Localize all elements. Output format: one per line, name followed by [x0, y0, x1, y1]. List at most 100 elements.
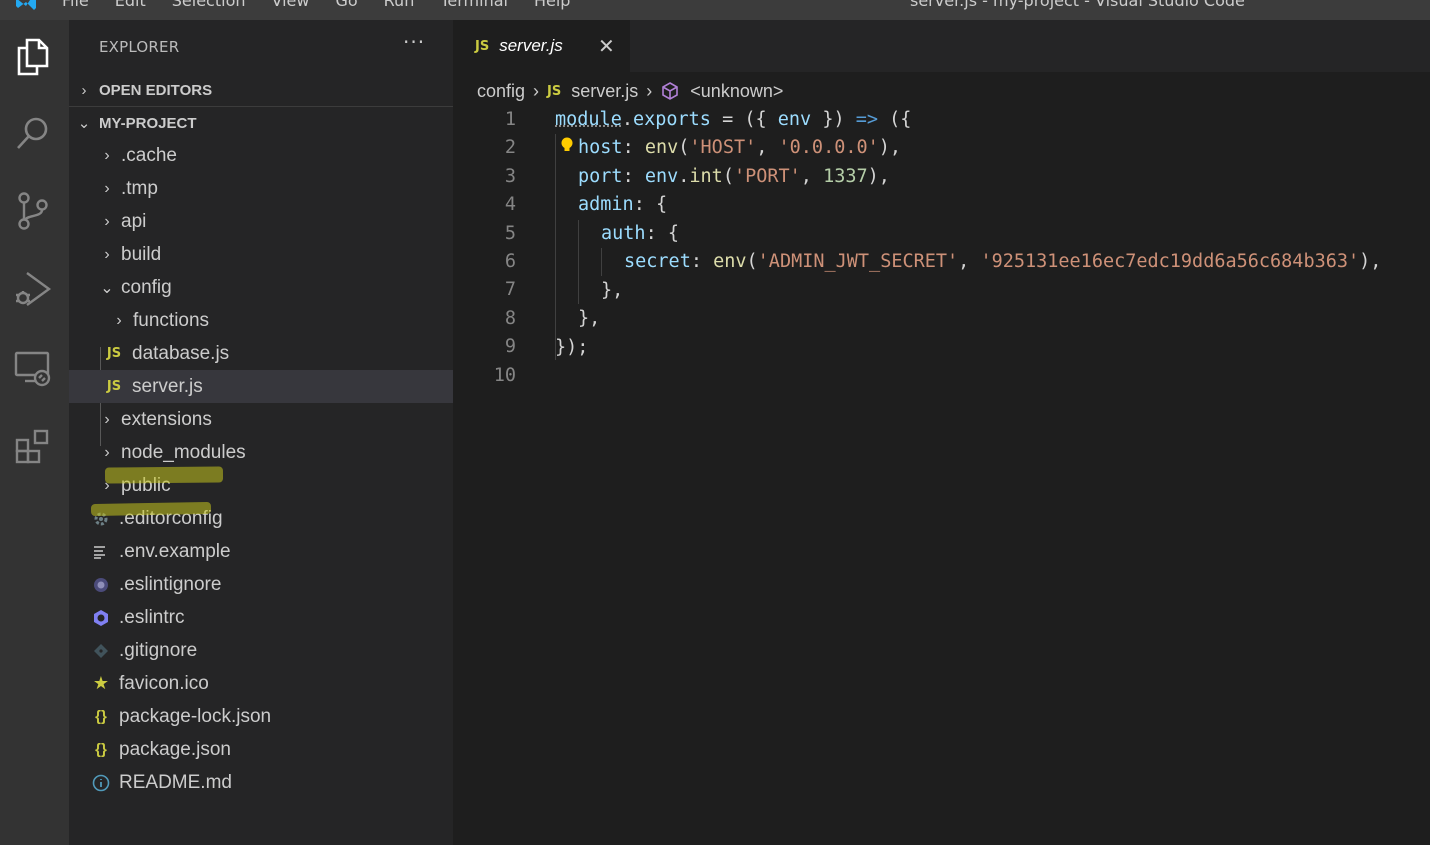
- line-number: 10: [493, 364, 516, 386]
- more-actions-icon[interactable]: ···: [403, 30, 425, 54]
- file-icon-wrapper: {}: [91, 707, 111, 727]
- explorer-icon[interactable]: [10, 33, 56, 79]
- tree-item-eslintrc[interactable]: .eslintrc: [69, 601, 453, 634]
- tree-item-env-example[interactable]: .env.example: [69, 535, 453, 568]
- json-braces-icon: {}: [95, 708, 107, 725]
- tree-item-node-modules[interactable]: › node_modules: [69, 436, 453, 469]
- tree-item-api[interactable]: › api: [69, 205, 453, 238]
- tree-item-label: favicon.ico: [119, 672, 209, 694]
- js-file-icon: JS: [106, 379, 122, 394]
- indent-guide: [555, 134, 556, 360]
- extensions-icon[interactable]: [10, 423, 56, 469]
- menu-view[interactable]: View: [272, 0, 310, 10]
- tab-label: server.js: [499, 36, 563, 55]
- tree-item-eslintignore[interactable]: .eslintignore: [69, 568, 453, 601]
- run-debug-icon[interactable]: [10, 266, 56, 312]
- breadcrumb-chevron-icon: ›: [533, 80, 540, 101]
- chevron-right-icon: ›: [104, 245, 110, 263]
- tree-item-label: config: [121, 276, 172, 298]
- tree-item-label: build: [121, 243, 162, 265]
- tab-server-js[interactable]: JS server.js ✕: [453, 20, 630, 72]
- tree-item-server-js[interactable]: JS server.js: [69, 370, 453, 403]
- breadcrumb-file[interactable]: server.js: [571, 81, 638, 102]
- tree-item-label: extensions: [121, 408, 212, 430]
- tree-item-tmp[interactable]: › .tmp: [69, 172, 453, 205]
- file-icon-wrapper: [91, 608, 111, 628]
- tree-item-package-lock-json[interactable]: {} package-lock.json: [69, 700, 453, 733]
- open-editors-section[interactable]: › OPEN EDITORS: [69, 74, 453, 106]
- tree-item-label: .eslintrc: [119, 606, 185, 628]
- tree-item-extensions[interactable]: › extensions: [69, 403, 453, 436]
- code-line-9: });: [555, 337, 589, 358]
- tree-item-label: .gitignore: [119, 639, 198, 661]
- eslint-icon: [94, 609, 108, 626]
- breadcrumb: config › JS server.js › <unknown>: [477, 78, 783, 104]
- line-number: 1: [504, 109, 516, 130]
- breadcrumb-folder[interactable]: config: [477, 81, 525, 102]
- project-section[interactable]: ⌄ MY-PROJECT: [69, 107, 453, 139]
- menu-terminal[interactable]: Terminal: [440, 0, 508, 10]
- breadcrumb-symbol[interactable]: <unknown>: [690, 81, 783, 102]
- file-icon-wrapper: [91, 542, 111, 562]
- tree-item-label: .tmp: [121, 177, 158, 199]
- source-control-icon[interactable]: [10, 188, 56, 234]
- highlighter-mark: [90, 501, 212, 517]
- tree-item-readme-md[interactable]: README.md: [69, 766, 453, 799]
- indent-guide: [601, 248, 602, 276]
- tree-item-cache[interactable]: › .cache: [69, 139, 453, 172]
- tree-item-label: server.js: [132, 375, 203, 397]
- code-line-5: auth: {: [601, 223, 679, 244]
- code-line-6: secret: env('ADMIN_JWT_SECRET', '925131e…: [624, 251, 1382, 272]
- code-line-7: },: [601, 280, 624, 301]
- chevron-right-icon: ›: [104, 179, 110, 197]
- line-number: 7: [504, 279, 516, 301]
- tree-item-config[interactable]: ⌄ config: [69, 271, 453, 304]
- eslint-ignore-icon: [94, 577, 108, 592]
- chevron-right-icon: ›: [81, 81, 87, 99]
- tree-item-database-js[interactable]: JS database.js: [69, 337, 453, 370]
- menu-run[interactable]: Run: [384, 0, 415, 10]
- menu-edit[interactable]: Edit: [115, 0, 146, 10]
- tree-item-gitignore[interactable]: .gitignore: [69, 634, 453, 667]
- tree-item-label: api: [121, 210, 147, 232]
- explorer-title: EXPLORER: [99, 38, 180, 56]
- file-icon-wrapper: [91, 641, 111, 661]
- menu-go[interactable]: Go: [335, 0, 357, 10]
- info-icon: [92, 774, 110, 791]
- file-icon-wrapper: {}: [91, 740, 111, 760]
- line-number: 6: [504, 251, 516, 272]
- file-icon-wrapper: [91, 575, 111, 595]
- file-icon-wrapper: JS: [104, 377, 124, 397]
- tree-item-label: .cache: [121, 144, 177, 166]
- line-number: 8: [504, 307, 516, 329]
- file-icon-wrapper: [91, 773, 111, 793]
- indent-guide: [578, 220, 579, 304]
- tree-item-label: functions: [133, 309, 210, 331]
- tree-item-favicon-ico[interactable]: ★ favicon.ico: [69, 667, 453, 700]
- tree-item-label: node_modules: [121, 441, 246, 463]
- breadcrumb-chevron-icon: ›: [646, 80, 653, 101]
- chevron-down-icon: ⌄: [77, 115, 91, 132]
- window-title: server.js - my-project - Visual Studio C…: [910, 0, 1245, 10]
- chevron-right-icon: ›: [104, 212, 110, 230]
- remote-explorer-icon[interactable]: [10, 345, 56, 391]
- line-number: 4: [504, 194, 516, 216]
- lightbulb-icon[interactable]: [561, 137, 573, 153]
- code-line-4: admin: {: [578, 194, 668, 215]
- code-editor[interactable]: 1 2 3 4 5 6 7 8 9 10 module.exports = ({ env }) =…: [453, 106, 1430, 845]
- project-label: MY-PROJECT: [99, 114, 197, 132]
- tree-item-package-json[interactable]: {} package.json: [69, 733, 453, 766]
- menu-help[interactable]: Help: [534, 0, 570, 10]
- line-number: 2: [504, 137, 516, 159]
- menu-file[interactable]: File: [62, 0, 89, 10]
- tree-item-functions[interactable]: › functions: [69, 304, 453, 337]
- js-file-icon: JS: [106, 346, 122, 361]
- explorer-sidebar: EXPLORER ··· › OPEN EDITORS ⌄ MY-PROJECT…: [69, 20, 453, 845]
- open-editors-label: OPEN EDITORS: [99, 81, 213, 99]
- menu-selection[interactable]: Selection: [172, 0, 246, 10]
- close-icon[interactable]: ✕: [598, 34, 615, 59]
- line-number: 3: [504, 165, 516, 187]
- chevron-right-icon: ›: [104, 443, 110, 461]
- tree-item-build[interactable]: › build: [69, 238, 453, 271]
- search-icon[interactable]: [10, 110, 56, 156]
